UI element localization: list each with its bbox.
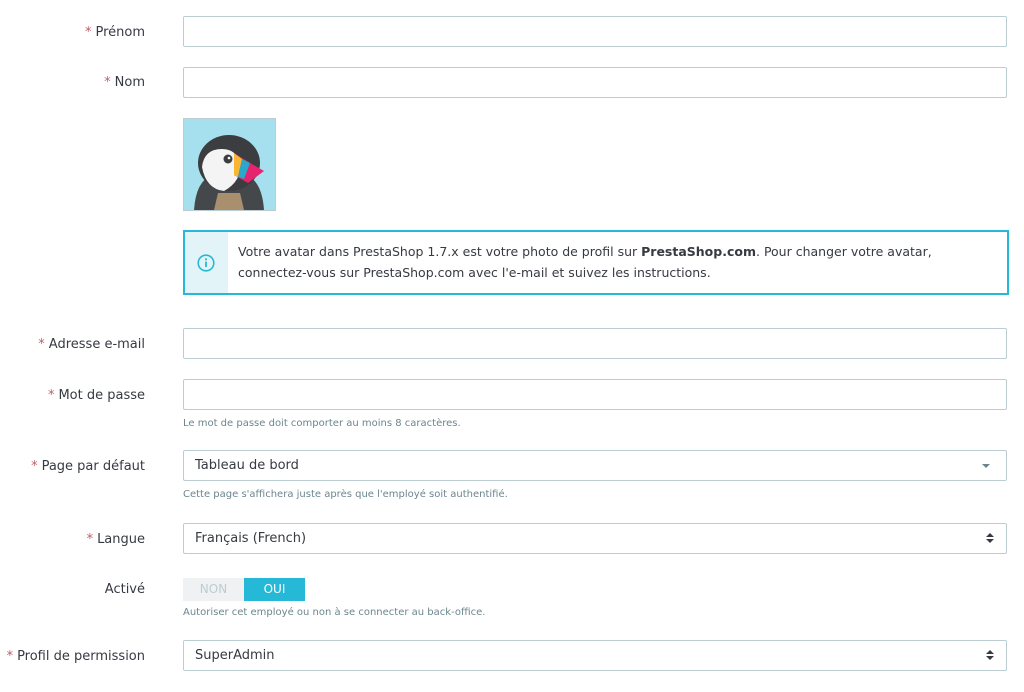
- profile-label: * Profil de permission: [7, 649, 145, 664]
- email-input[interactable]: [184, 329, 1006, 358]
- switch-off-option[interactable]: NON: [183, 578, 244, 601]
- avatar: [183, 118, 276, 211]
- firstname-input[interactable]: [184, 17, 1006, 46]
- avatar-info-alert: Votre avatar dans PrestaShop 1.7.x est v…: [183, 230, 1009, 295]
- language-label-text: Langue: [97, 532, 145, 547]
- chevron-down-icon: [982, 464, 990, 468]
- info-alert-sidebar: [185, 232, 228, 293]
- sort-arrows-icon: [986, 650, 994, 662]
- profile-label-text: Profil de permission: [17, 649, 145, 664]
- firstname-label: * Prénom: [85, 25, 145, 40]
- default-page-label-text: Page par défaut: [41, 459, 145, 474]
- info-alert-text: Votre avatar dans PrestaShop 1.7.x est v…: [238, 241, 998, 283]
- sort-arrows-icon: [986, 533, 994, 545]
- active-help: Autoriser cet employé ou non à se connec…: [183, 607, 486, 618]
- profile-value: SuperAdmin: [195, 648, 275, 663]
- active-label-text: Activé: [104, 582, 145, 597]
- default-page-value: Tableau de bord: [195, 458, 299, 473]
- password-label-text: Mot de passe: [58, 388, 145, 403]
- required-marker: *: [47, 388, 55, 403]
- lastname-input[interactable]: [184, 68, 1006, 97]
- language-value: Français (French): [195, 531, 307, 546]
- firstname-field[interactable]: [183, 16, 1007, 47]
- password-help: Le mot de passe doit comporter au moins …: [183, 418, 461, 429]
- required-marker: *: [6, 649, 14, 664]
- language-label: * Langue: [87, 532, 145, 547]
- password-field[interactable]: [183, 379, 1007, 410]
- required-marker: *: [86, 532, 94, 547]
- language-select[interactable]: Français (French): [183, 523, 1007, 554]
- lastname-field[interactable]: [183, 67, 1007, 98]
- employee-form: * Prénom * Nom Votre avatar dans PrestaS…: [0, 0, 1024, 692]
- email-label-text: Adresse e-mail: [48, 337, 145, 352]
- firstname-label-text: Prénom: [95, 25, 145, 40]
- active-switch[interactable]: NON OUI: [183, 578, 305, 601]
- required-marker: *: [104, 75, 111, 90]
- default-page-help: Cette page s'affichera juste après que l…: [183, 489, 508, 500]
- profile-select[interactable]: SuperAdmin: [183, 640, 1007, 671]
- required-marker: *: [31, 459, 38, 474]
- lastname-label-text: Nom: [114, 75, 145, 90]
- info-icon: [197, 254, 215, 272]
- required-marker: *: [38, 337, 45, 352]
- password-label: * Mot de passe: [48, 388, 145, 403]
- prestashop-link[interactable]: PrestaShop.com: [641, 244, 756, 259]
- password-input[interactable]: [184, 380, 1006, 409]
- required-marker: *: [84, 25, 92, 40]
- default-page-select[interactable]: Tableau de bord: [183, 450, 1007, 481]
- info-text-before: Votre avatar dans PrestaShop 1.7.x est v…: [238, 244, 642, 259]
- default-page-label: * Page par défaut: [31, 459, 145, 474]
- email-field[interactable]: [183, 328, 1007, 359]
- prestashop-puffin-avatar: [184, 119, 275, 210]
- email-label: * Adresse e-mail: [38, 337, 145, 352]
- switch-on-option[interactable]: OUI: [244, 578, 305, 601]
- active-label: Activé: [105, 582, 145, 597]
- lastname-label: * Nom: [104, 75, 145, 90]
